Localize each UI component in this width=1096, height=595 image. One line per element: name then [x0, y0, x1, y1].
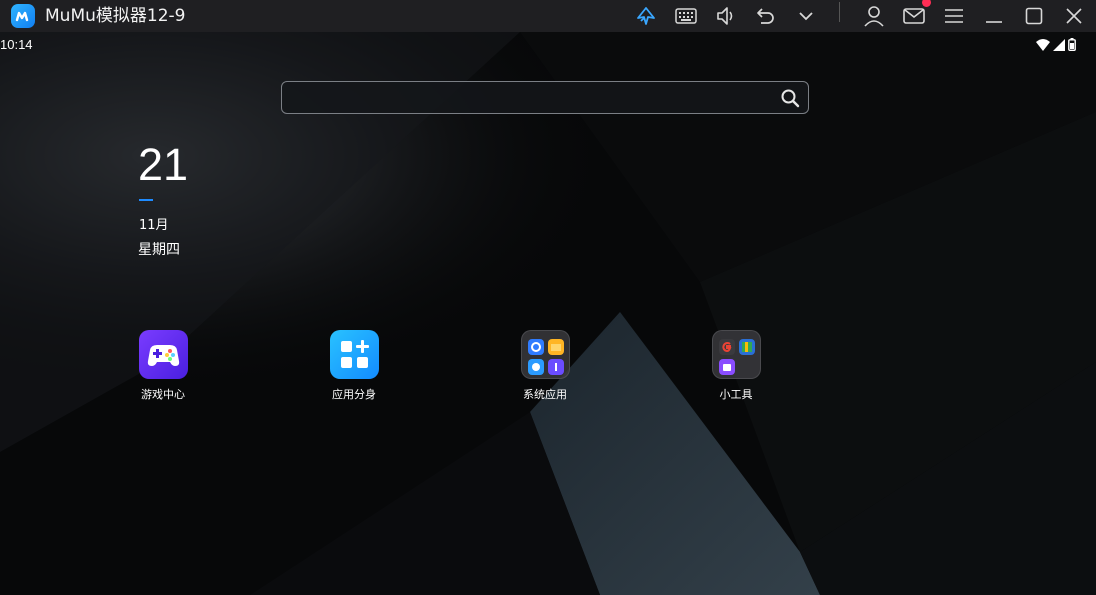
wallpaper — [0, 32, 1096, 595]
emulator-window: MuMu模拟器12-9 10:14 21 11月 星期四 游戏中心 应用分身 系… — [0, 0, 1096, 595]
signal-icon — [1053, 38, 1065, 51]
folder-system-apps[interactable]: 系统应用 — [505, 330, 585, 402]
gamepad-icon[interactable] — [138, 330, 188, 379]
app-label: 小工具 — [719, 388, 753, 401]
clock-day: 21 — [138, 139, 189, 190]
keyboard-icon[interactable] — [670, 0, 702, 32]
app-game-center[interactable]: 游戏中心 — [123, 330, 203, 402]
user-icon[interactable] — [858, 0, 890, 32]
battery-icon — [1068, 38, 1076, 51]
app-label: 游戏中心 — [141, 388, 185, 401]
maximize-icon[interactable] — [1018, 0, 1050, 32]
window-title: MuMu模拟器12-9 — [45, 6, 186, 26]
app-label: 系统应用 — [523, 388, 567, 401]
menu-icon[interactable] — [938, 0, 970, 32]
app-clone[interactable]: 应用分身 — [314, 330, 394, 402]
search-bar[interactable] — [281, 81, 809, 114]
wifi-icon — [1036, 38, 1050, 51]
clock-month: 11月 — [139, 218, 169, 233]
media-mini-icon — [547, 359, 564, 375]
android-status-bar: 10:14 — [0, 32, 1096, 58]
folder-icon[interactable] — [520, 330, 570, 379]
app-label: 应用分身 — [332, 388, 376, 401]
settings-mini-icon — [527, 339, 544, 355]
close-icon[interactable] — [1058, 0, 1090, 32]
files-mini-icon — [547, 339, 564, 355]
clock-weekday: 星期四 — [138, 242, 180, 258]
maps-mini-icon — [738, 339, 755, 355]
status-time: 10:14 — [0, 37, 33, 52]
browser-mini-icon — [527, 359, 544, 375]
minimize-icon[interactable] — [978, 0, 1010, 32]
search-icon[interactable] — [780, 88, 800, 108]
search-input[interactable] — [292, 86, 766, 112]
mumu-logo-icon — [11, 4, 35, 28]
folder-icon[interactable] — [711, 330, 761, 379]
clock-accent-line — [139, 199, 153, 201]
app-clone-icon[interactable] — [329, 330, 379, 379]
title-bar: MuMu模拟器12-9 — [0, 0, 1096, 32]
tool-mini-icon — [718, 359, 735, 375]
folder-tools[interactable]: 小工具 — [696, 330, 776, 402]
google-mini-icon — [718, 339, 735, 355]
status-icons — [1036, 38, 1076, 51]
more-chevron-icon[interactable] — [790, 0, 822, 32]
vpn-rocket-icon[interactable] — [630, 0, 662, 32]
back-icon[interactable] — [750, 0, 782, 32]
toolbar-divider — [839, 2, 840, 22]
volume-icon[interactable] — [710, 0, 742, 32]
